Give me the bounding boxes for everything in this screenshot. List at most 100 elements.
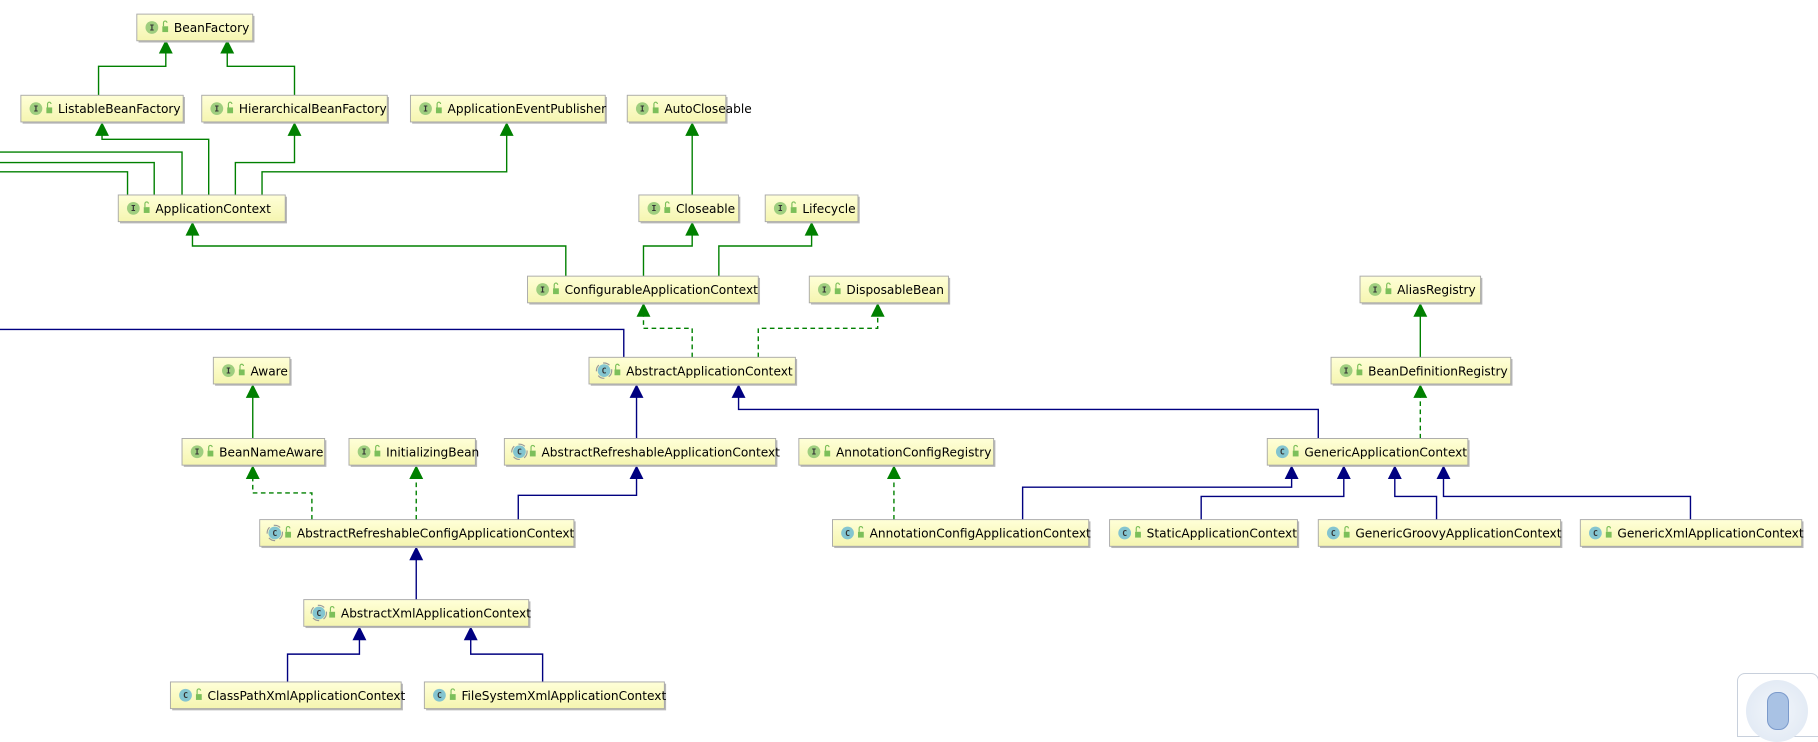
node-generic-application-context[interactable]: C GenericApplicationContext (1266, 438, 1470, 467)
edge-line (642, 233, 693, 277)
arrowhead-icon (1336, 465, 1351, 480)
svg-text:C: C (845, 528, 850, 538)
interface-icon: I (1368, 283, 1382, 296)
relation-offscreen (0, 171, 129, 195)
svg-text:I: I (778, 203, 783, 213)
node-application-context[interactable]: I ApplicationContext (117, 194, 287, 224)
node-label: AbstractXmlApplicationContext (341, 607, 531, 621)
node-label: BeanFactory (174, 21, 249, 35)
edge-line (0, 328, 625, 358)
relation-extends-interface (1413, 302, 1428, 358)
svg-text:I: I (822, 284, 827, 294)
node-annotation-config-application-context[interactable]: C AnnotationConfigApplicationContext (832, 519, 1091, 549)
node-annotation-config-registry[interactable]: I AnnotationConfigRegistry (798, 438, 996, 467)
arrowhead-icon (245, 383, 260, 398)
node-application-event-publisher[interactable]: I ApplicationEventPublisher (409, 94, 607, 124)
relation-extends-interface (95, 121, 210, 195)
edge-line (470, 637, 544, 682)
class-icon: C (1275, 445, 1289, 459)
svg-text:C: C (272, 528, 277, 538)
relation-offscreen (0, 328, 625, 358)
class-icon: C (1326, 526, 1340, 540)
relation-extends-class (629, 383, 644, 439)
edge-line (642, 314, 693, 358)
node-auto-closeable[interactable]: I AutoCloseable (626, 94, 752, 124)
node-disposable-bean[interactable]: I DisposableBean (808, 275, 951, 305)
interface-icon: I (635, 102, 649, 115)
node-static-application-context[interactable]: C StaticApplicationContext (1109, 519, 1300, 549)
node-initializing-bean[interactable]: I InitializingBean (348, 438, 479, 467)
node-class-path-xml-application-context[interactable]: C ClassPathXmlApplicationContext (169, 681, 406, 711)
arrowhead-icon (1413, 302, 1428, 317)
relation-extends-class (1387, 465, 1438, 520)
edge-line (1021, 476, 1293, 520)
node-abstract-application-context[interactable]: C AbstractApplicationContext (588, 356, 798, 386)
arrowhead-icon (463, 626, 478, 641)
relation-extends-class (731, 383, 1319, 439)
node-aware[interactable]: I Aware (212, 356, 292, 386)
interface-icon: I (536, 283, 549, 296)
arrowhead-icon (287, 121, 302, 136)
class-diagram: I BeanFactory I ListableBeanFactory I Hierarc… (0, 13, 1804, 711)
svg-text:C: C (183, 690, 188, 700)
node-generic-groovy-application-context[interactable]: C GenericGroovyApplicationContext (1317, 519, 1563, 549)
node-label: ListableBeanFactory (58, 102, 181, 116)
edge-line (517, 476, 638, 520)
interface-icon: I (126, 201, 140, 215)
node-closeable[interactable]: I Closeable (638, 194, 741, 224)
relation-extends-interface (220, 39, 296, 96)
node-listable-bean-factory[interactable]: I ListableBeanFactory (20, 94, 185, 124)
node-lifecycle[interactable]: I Lifecycle (764, 194, 860, 224)
microphone-icon (1767, 692, 1789, 730)
edge-line (101, 133, 210, 195)
svg-text:C: C (316, 608, 321, 618)
svg-text:I: I (214, 104, 219, 114)
edge-line (1394, 476, 1438, 520)
interface-icon: I (357, 445, 371, 459)
arrowhead-icon (185, 221, 200, 236)
edge-line (97, 51, 167, 96)
edge-line (286, 637, 361, 682)
svg-text:I: I (1344, 366, 1349, 376)
interface-icon: I (145, 21, 159, 34)
relation-implements (757, 302, 885, 358)
arrowhead-icon (352, 626, 367, 641)
node-abstract-refreshable-application-context[interactable]: C AbstractRefreshableApplicationContext (503, 438, 780, 467)
edge-line (0, 171, 129, 195)
edge-line (737, 395, 1319, 439)
svg-text:C: C (1280, 447, 1285, 457)
node-generic-xml-application-context[interactable]: C GenericXmlApplicationContext (1579, 519, 1804, 549)
node-label: ConfigurableApplicationContext (565, 283, 759, 297)
node-configurable-application-context[interactable]: I ConfigurableApplicationContext (527, 275, 761, 305)
node-alias-registry[interactable]: I AliasRegistry (1359, 275, 1483, 305)
relation-implements (886, 465, 901, 520)
arrowhead-icon (409, 546, 424, 561)
relation-extends-class (1021, 465, 1299, 520)
relation-extends-interface (245, 383, 260, 439)
svg-text:I: I (33, 104, 38, 114)
interface-icon: I (773, 201, 787, 215)
node-file-system-xml-application-context[interactable]: C FileSystemXmlApplicationContext (423, 681, 666, 711)
node-bean-name-aware[interactable]: I BeanNameAware (181, 438, 327, 467)
arrowhead-icon (685, 121, 700, 136)
node-abstract-xml-application-context[interactable]: C AbstractXmlApplicationContext (303, 599, 531, 629)
edge-line (252, 476, 313, 520)
node-label: ClassPathXmlApplicationContext (208, 689, 406, 703)
arrowhead-icon (499, 121, 514, 136)
node-label: HierarchicalBeanFactory (239, 102, 387, 116)
relation-extends-class (517, 465, 644, 520)
class-icon: C (841, 526, 854, 540)
arrowhead-icon (629, 465, 644, 480)
voice-input-button[interactable] (1737, 673, 1818, 742)
node-bean-factory[interactable]: I BeanFactory (136, 13, 255, 43)
node-label: AnnotationConfigRegistry (836, 445, 991, 459)
arrowhead-icon (804, 221, 819, 236)
interface-icon: I (419, 102, 432, 115)
node-bean-definition-registry[interactable]: I BeanDefinitionRegistry (1330, 356, 1513, 386)
interface-icon: I (647, 201, 661, 215)
relation-extends-interface (234, 121, 302, 195)
svg-text:I: I (226, 366, 231, 376)
arrowhead-icon (870, 302, 885, 317)
node-hierarchical-bean-factory[interactable]: I HierarchicalBeanFactory (201, 94, 389, 124)
node-abstract-refreshable-config-application-context[interactable]: C AbstractRefreshableConfigApplicationCon… (259, 519, 576, 549)
